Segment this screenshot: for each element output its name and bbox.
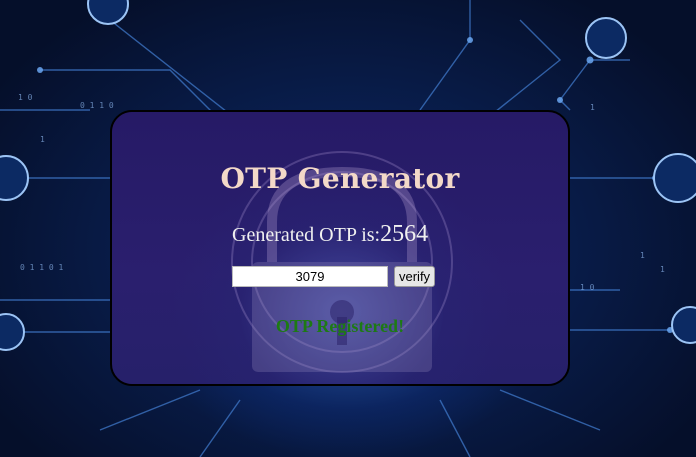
svg-text:1: 1	[640, 251, 645, 260]
generated-otp-line: Generated OTP is:2564	[232, 221, 428, 248]
verify-button[interactable]: verify	[394, 266, 436, 287]
otp-input[interactable]	[232, 266, 388, 287]
generated-otp-value: 2564	[380, 221, 429, 247]
status-message: OTP Registered!	[275, 316, 405, 336]
otp-card: OTP Generator Generated OTP is:2564 veri…	[110, 110, 570, 386]
svg-text:0 1 1 0 1: 0 1 1 0 1	[20, 263, 64, 272]
svg-text:1: 1	[590, 103, 595, 112]
svg-text:1: 1	[660, 265, 665, 274]
padlock-watermark-icon	[231, 151, 453, 373]
svg-text:1: 1	[40, 135, 45, 144]
svg-text:1 0: 1 0	[18, 93, 33, 102]
svg-text:0 1 1 0: 0 1 1 0	[80, 101, 114, 110]
generated-otp-label: Generated OTP is:	[232, 224, 381, 246]
page-title: OTP Generator	[220, 162, 460, 195]
svg-text:1 0: 1 0	[580, 283, 595, 292]
